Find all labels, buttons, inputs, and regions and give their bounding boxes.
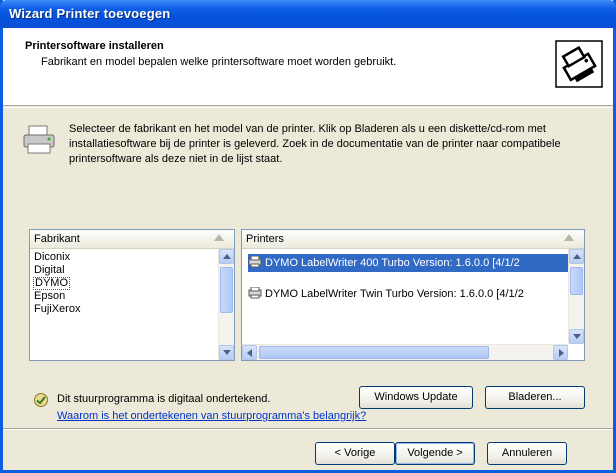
intro-text: Selecteer de fabrikant en het model van … — [69, 123, 561, 165]
manufacturer-item[interactable]: Digital — [33, 264, 66, 277]
page-subtitle: Fabrikant en model bepalen welke printer… — [41, 56, 397, 68]
wizard-window: Wizard Printer toevoegen Printersoftware… — [0, 0, 616, 473]
arrow-left-icon — [247, 349, 252, 357]
manufacturer-item[interactable]: Diconix — [33, 251, 71, 264]
arrow-right-icon — [559, 349, 564, 357]
windows-update-button[interactable]: Windows Update — [359, 386, 473, 409]
scroll-thumb[interactable] — [220, 267, 233, 313]
cancel-button[interactable]: Annuleren — [487, 442, 567, 465]
printer-small-icon — [248, 256, 262, 268]
page-title: Printersoftware installeren — [25, 40, 164, 52]
printer-column-header[interactable]: Printers — [242, 230, 584, 249]
scroll-right-button[interactable] — [553, 345, 568, 360]
footer-separator — [3, 428, 613, 430]
wizard-header: Printersoftware installeren Fabrikant en… — [3, 28, 613, 106]
printer-icon — [23, 125, 55, 154]
scroll-left-button[interactable] — [242, 345, 257, 360]
printer-item[interactable]: DYMO LabelWriter Twin Turbo Version: 1.6… — [248, 285, 568, 303]
title-bar[interactable]: Wizard Printer toevoegen — [0, 0, 616, 28]
printer-item-label: DYMO LabelWriter 400 Turbo Version: 1.6.… — [265, 257, 520, 269]
arrow-down-icon — [223, 350, 231, 355]
manufacturer-header-label: Fabrikant — [34, 233, 80, 245]
printer-item-label: DYMO LabelWriter Twin Turbo Version: 1.6… — [265, 288, 524, 300]
scroll-down-button[interactable] — [219, 345, 234, 360]
arrow-up-icon — [223, 254, 231, 259]
signature-status: Dit stuurprogramma is digitaal onderteke… — [57, 393, 271, 405]
manufacturer-column-header[interactable]: Fabrikant — [30, 230, 234, 249]
printer-list[interactable]: Printers DYMO LabelWriter 400 Turbo Vers… — [241, 229, 585, 361]
printer-header-label: Printers — [246, 233, 284, 245]
sort-up-icon — [214, 234, 224, 241]
signature-info-link[interactable]: Waarom is het ondertekenen van stuurprog… — [57, 410, 366, 422]
scroll-up-button[interactable] — [219, 249, 234, 264]
printer-small-icon — [248, 287, 262, 299]
scroll-down-button[interactable] — [569, 329, 584, 344]
printer-vertical-scrollbar[interactable] — [568, 249, 584, 344]
scroll-up-button[interactable] — [569, 249, 584, 264]
manufacturer-item[interactable]: Epson — [33, 290, 66, 303]
printer-item-selected[interactable]: DYMO LabelWriter 400 Turbo Version: 1.6.… — [248, 254, 568, 272]
window-title: Wizard Printer toevoegen — [9, 6, 171, 21]
printer-horizontal-scrollbar[interactable] — [242, 344, 568, 360]
scroll-thumb[interactable] — [570, 267, 583, 295]
browse-button[interactable]: Bladeren... — [485, 386, 585, 409]
printer-install-icon — [555, 40, 603, 88]
manufacturer-item[interactable]: FujiXerox — [33, 303, 81, 316]
scroll-thumb[interactable] — [259, 346, 489, 359]
manufacturer-item-selected[interactable]: DYMO — [33, 277, 70, 290]
arrow-down-icon — [573, 334, 581, 339]
header-separator — [3, 107, 613, 108]
back-button[interactable]: < Vorige — [315, 442, 395, 465]
signed-driver-icon — [34, 393, 48, 407]
sort-up-icon — [564, 234, 574, 241]
arrow-up-icon — [573, 254, 581, 259]
manufacturer-scrollbar[interactable] — [218, 249, 234, 360]
manufacturer-list[interactable]: Fabrikant Diconix Digital DYMO Epson Fuj… — [29, 229, 235, 361]
next-button[interactable]: Volgende > — [395, 442, 475, 465]
